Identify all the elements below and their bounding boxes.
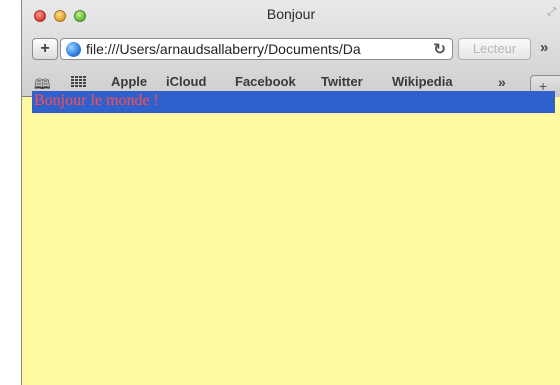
add-bookmark-button[interactable]: + — [32, 38, 58, 60]
browser-window: Bonjour ⤢ + file:///Users/arnaudsallaber… — [21, 0, 560, 385]
bookmarks-overflow-button[interactable]: » — [498, 74, 506, 90]
bookmark-apple[interactable]: Apple — [111, 74, 147, 89]
bookmark-icloud[interactable]: iCloud — [166, 74, 206, 89]
reload-icon[interactable]: ↻ — [433, 40, 446, 58]
page-heading: Bonjour le monde ! — [34, 92, 159, 109]
address-bar[interactable]: file:///Users/arnaudsallaberry/Documents… — [60, 38, 453, 60]
page-heading-bar: Bonjour le monde ! — [32, 91, 555, 113]
window-title: Bonjour — [266, 6, 316, 22]
toolbar-overflow-button[interactable]: » — [540, 39, 548, 56]
globe-icon — [66, 42, 81, 57]
address-row: + file:///Users/arnaudsallaberry/Documen… — [22, 38, 560, 62]
top-sites-grid-icon[interactable] — [71, 76, 87, 87]
page-content: Bonjour le monde ! — [22, 91, 560, 385]
bookmark-wikipedia[interactable]: Wikipedia — [392, 74, 453, 89]
url-text[interactable]: file:///Users/arnaudsallaberry/Documents… — [86, 41, 361, 57]
fullscreen-icon[interactable]: ⤢ — [547, 6, 556, 19]
bookmark-facebook[interactable]: Facebook — [235, 74, 296, 89]
reader-button[interactable]: Lecteur — [458, 38, 531, 60]
bookmark-twitter[interactable]: Twitter — [321, 74, 363, 89]
browser-toolbar: Bonjour ⤢ + file:///Users/arnaudsallaber… — [22, 0, 560, 97]
